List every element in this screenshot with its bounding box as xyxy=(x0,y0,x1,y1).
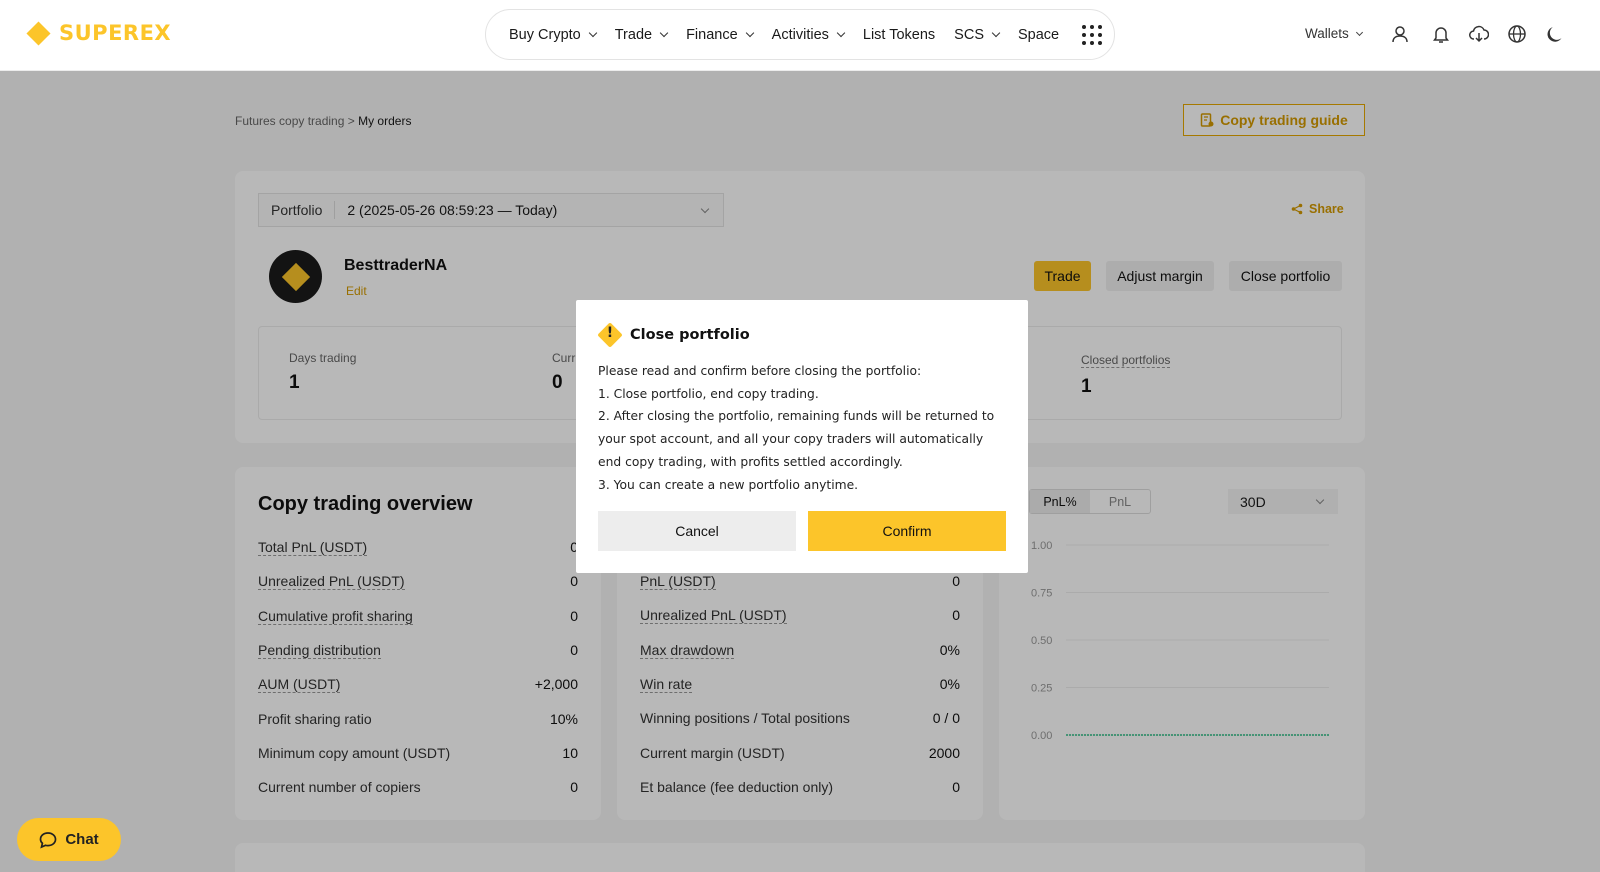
brand-logo[interactable]: SUPEREX xyxy=(26,20,172,46)
cancel-button[interactable]: Cancel xyxy=(598,511,796,551)
chevron-down-icon xyxy=(588,28,597,37)
top-header: SUPEREX Buy Crypto Trade Finance Activit… xyxy=(0,0,1600,71)
apps-grid-icon[interactable] xyxy=(1082,24,1103,45)
nav-trade[interactable]: Trade xyxy=(615,27,669,43)
nav-scs[interactable]: SCS xyxy=(954,27,1001,43)
user-icon[interactable] xyxy=(1390,24,1410,44)
download-icon[interactable] xyxy=(1469,24,1489,44)
chevron-down-icon xyxy=(1355,28,1363,36)
nav-space[interactable]: Space xyxy=(1018,27,1059,43)
dialog-point: 3. You can create a new portfolio anytim… xyxy=(598,477,859,492)
chat-button[interactable]: Chat xyxy=(17,818,121,861)
moon-icon[interactable] xyxy=(1545,24,1565,44)
dialog-body: Please read and confirm before closing t… xyxy=(598,360,1008,496)
wallets-menu[interactable]: Wallets xyxy=(1305,26,1363,41)
chat-bubble-icon xyxy=(39,831,57,848)
dialog-intro: Please read and confirm before closing t… xyxy=(598,364,922,378)
dialog-point: 1. Close portfolio, end copy trading. xyxy=(598,386,819,401)
nav-list-tokens[interactable]: List Tokens xyxy=(863,27,935,43)
globe-icon[interactable] xyxy=(1507,24,1527,44)
close-portfolio-dialog: ! Close portfolio Please read and confir… xyxy=(576,300,1028,573)
chevron-down-icon xyxy=(745,28,754,37)
confirm-button[interactable]: Confirm xyxy=(808,511,1006,551)
main-nav: Buy Crypto Trade Finance Activities List… xyxy=(485,9,1115,60)
nav-finance[interactable]: Finance xyxy=(686,27,754,43)
warning-icon: ! xyxy=(597,322,623,348)
nav-buy-crypto[interactable]: Buy Crypto xyxy=(509,27,597,43)
dialog-title: ! Close portfolio xyxy=(597,322,750,348)
nav-activities[interactable]: Activities xyxy=(772,27,846,43)
dialog-point: 2. After closing the portfolio, remainin… xyxy=(598,409,995,469)
chevron-down-icon xyxy=(836,28,846,37)
chevron-down-icon xyxy=(991,28,1001,37)
brand-name: SUPEREX xyxy=(59,21,172,45)
logo-diamond-icon xyxy=(26,20,51,46)
chevron-down-icon xyxy=(659,28,669,37)
bell-icon[interactable] xyxy=(1431,24,1451,44)
